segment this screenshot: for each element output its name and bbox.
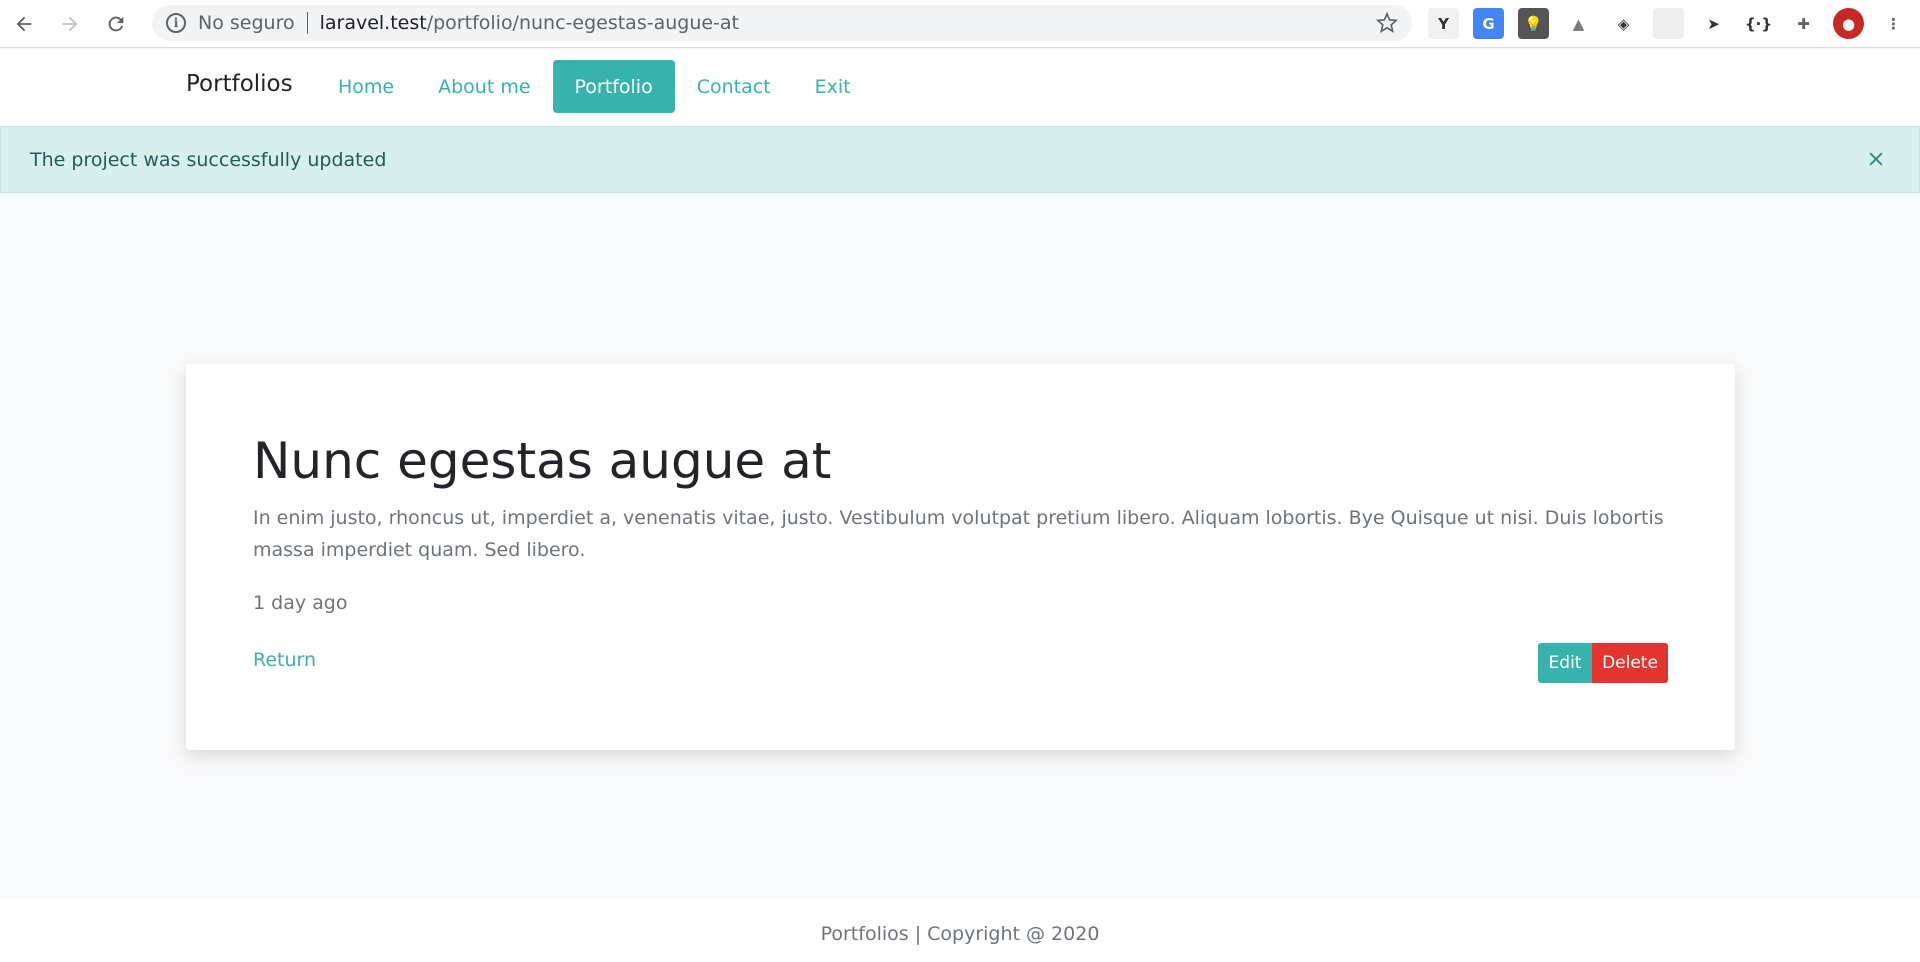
project-actions: Edit Delete bbox=[1538, 643, 1668, 683]
project-card: Nunc egestas augue at In enim justo, rho… bbox=[186, 364, 1735, 750]
close-icon bbox=[1869, 152, 1883, 166]
arrow-right-icon bbox=[62, 16, 78, 31]
shield-extension-icon[interactable]: ◈ bbox=[1608, 8, 1639, 39]
google-drive-icon[interactable]: ▲ bbox=[1563, 8, 1594, 39]
y-extension-icon[interactable]: Y bbox=[1428, 8, 1459, 39]
address-separator bbox=[306, 12, 308, 34]
project-title: Nunc egestas augue at bbox=[253, 432, 832, 490]
site-footer: Portfolios | Copyright @ 2020 bbox=[0, 899, 1920, 962]
success-alert: The project was successfully updated bbox=[0, 126, 1920, 193]
blank-extension-icon[interactable] bbox=[1653, 8, 1684, 39]
nav-link-exit[interactable]: Exit bbox=[793, 60, 873, 113]
footer-copyright: Portfolios | Copyright @ 2020 bbox=[820, 923, 1100, 945]
menu-kebab-icon[interactable]: ⋮ bbox=[1878, 8, 1909, 39]
edit-button[interactable]: Edit bbox=[1538, 643, 1592, 683]
project-description: In enim justo, rhoncus ut, imperdiet a, … bbox=[253, 507, 1664, 561]
brand-link[interactable]: Portfolios bbox=[186, 71, 293, 97]
site-navbar: Portfolios Home About me Portfolio Contact E… bbox=[0, 49, 1920, 126]
arrow-left-icon bbox=[16, 16, 32, 31]
url-host: laravel.test bbox=[319, 12, 427, 34]
bookmark-star-icon[interactable] bbox=[1376, 12, 1398, 34]
reload-button[interactable] bbox=[94, 2, 138, 46]
alert-close-button[interactable] bbox=[1863, 146, 1889, 172]
code-extension-icon[interactable]: {·} bbox=[1743, 8, 1774, 39]
reload-icon bbox=[108, 16, 124, 31]
delete-button[interactable]: Delete bbox=[1592, 643, 1668, 683]
nav-links: Home About me Portfolio Contact Exit bbox=[316, 60, 873, 113]
extension-tray: Y G 💡 ▲ ◈ ➤ {·} ✚ ● ⋮ bbox=[1428, 8, 1909, 39]
nav-link-home[interactable]: Home bbox=[316, 60, 416, 113]
address-bar[interactable]: i No seguro laravel.test /portfolio/nunc… bbox=[152, 5, 1412, 41]
send-icon[interactable]: ➤ bbox=[1698, 8, 1729, 39]
return-link[interactable]: Return bbox=[253, 649, 316, 671]
browser-toolbar: i No seguro laravel.test /portfolio/nunc… bbox=[0, 0, 1920, 48]
puzzle-icon[interactable]: ✚ bbox=[1788, 8, 1819, 39]
info-icon[interactable]: i bbox=[166, 13, 186, 33]
back-button[interactable] bbox=[2, 2, 46, 46]
lightbulb-extension-icon[interactable]: 💡 bbox=[1518, 8, 1549, 39]
nav-link-about-me[interactable]: About me bbox=[416, 60, 552, 113]
profile-avatar-icon[interactable]: ● bbox=[1833, 8, 1864, 39]
google-translate-icon[interactable]: G bbox=[1473, 8, 1504, 39]
forward-button[interactable] bbox=[48, 2, 92, 46]
security-label: No seguro bbox=[198, 12, 295, 34]
alert-message: The project was successfully updated bbox=[30, 148, 387, 171]
nav-link-portfolio[interactable]: Portfolio bbox=[552, 60, 675, 113]
nav-link-contact[interactable]: Contact bbox=[675, 60, 793, 113]
url-path: /portfolio/nunc-egestas-augue-at bbox=[426, 12, 740, 34]
project-updated-time: 1 day ago bbox=[253, 592, 348, 614]
